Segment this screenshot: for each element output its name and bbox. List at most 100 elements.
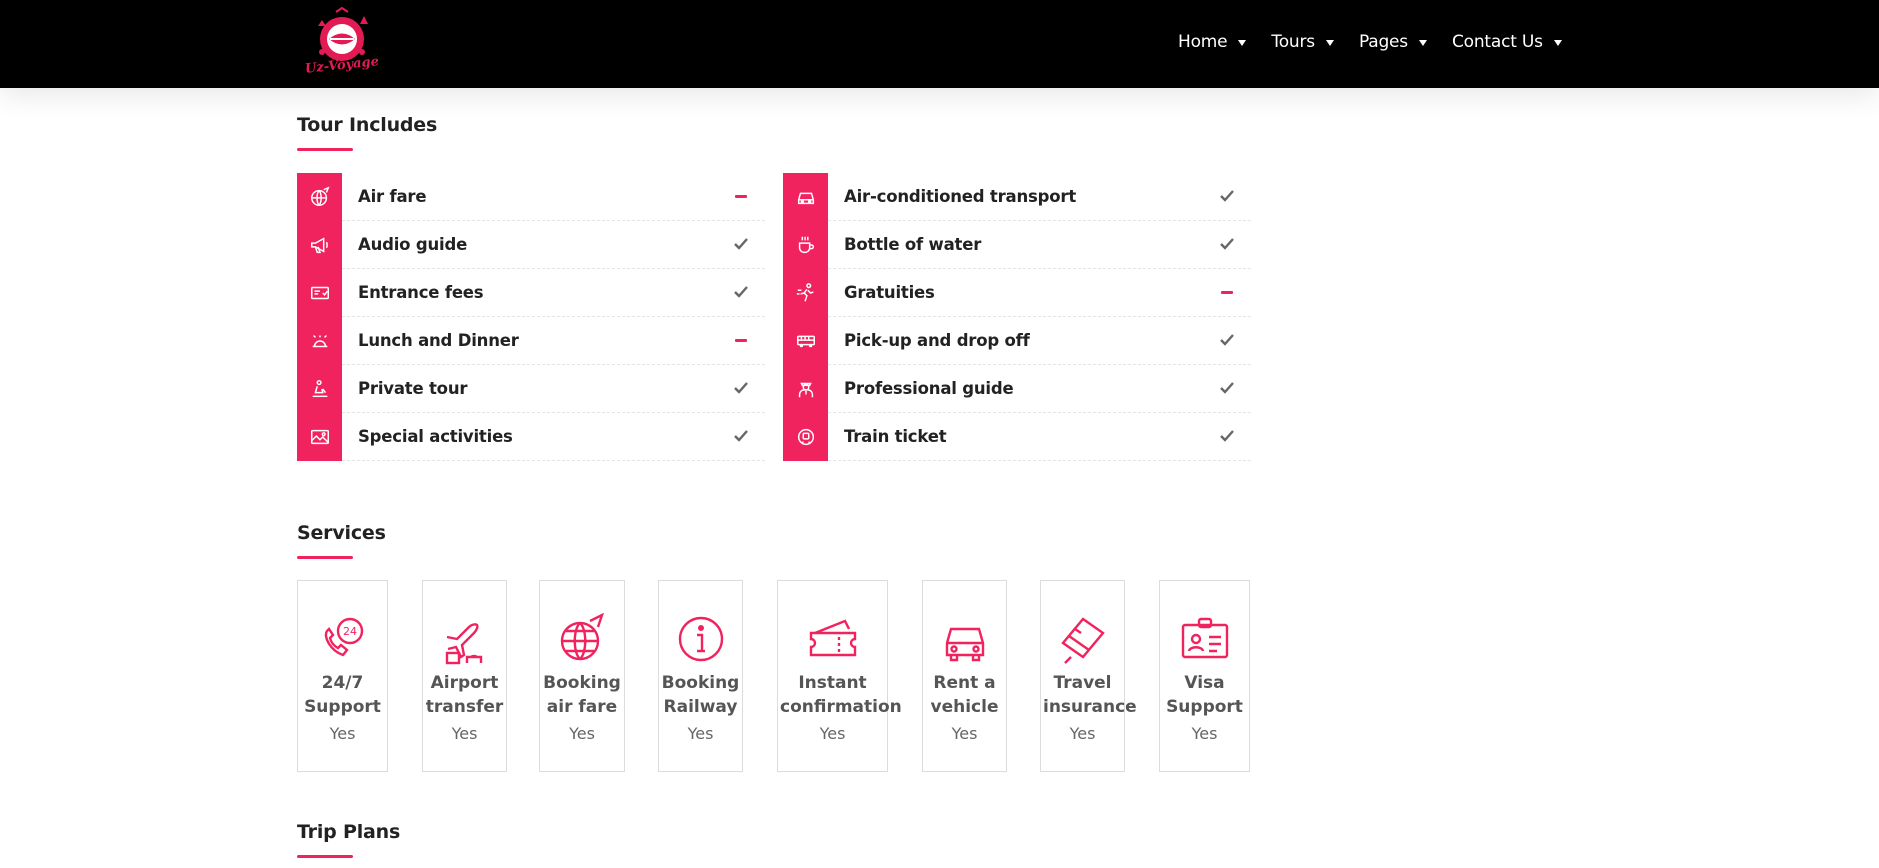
caret-down-icon	[1418, 39, 1427, 46]
id-card-icon	[1181, 617, 1228, 659]
nav-home[interactable]: Home	[1178, 30, 1247, 54]
include-item: Air fare	[297, 173, 765, 221]
service-name: Airport transfer	[425, 673, 504, 717]
service-name: 24/7 Support	[304, 673, 381, 717]
picture-icon	[297, 413, 342, 461]
title-underline	[297, 556, 353, 559]
service-name: Visa Support	[1166, 673, 1243, 717]
check-icon	[733, 236, 749, 252]
title-underline	[297, 148, 353, 151]
include-item: Gratuities	[783, 269, 1251, 317]
guide-person-icon	[783, 365, 828, 413]
nav-contact-us[interactable]: Contact Us	[1452, 30, 1562, 54]
support-24-icon: 24	[324, 617, 363, 657]
nav-label: Pages	[1358, 32, 1408, 52]
service-name: Travel insurance	[1043, 673, 1137, 717]
include-label: Audio guide	[358, 235, 468, 254]
section-title-text: Trip Plans	[297, 821, 401, 843]
include-label: Special activities	[358, 427, 513, 446]
nav-label: Home	[1178, 32, 1228, 52]
include-item: Bottle of water	[783, 221, 1251, 269]
check-icon	[1219, 236, 1235, 252]
minus-icon	[733, 188, 749, 204]
minus-icon	[733, 332, 749, 348]
trip-plans-title: Trip Plans	[297, 821, 401, 858]
include-item: Entrance fees	[297, 269, 765, 317]
tour-includes-title: Tour Includes	[297, 114, 438, 151]
running-icon	[783, 269, 828, 317]
include-item: Air-conditioned transport	[783, 173, 1251, 221]
caret-down-icon	[1553, 39, 1562, 46]
dashed-divider	[342, 460, 765, 461]
nav-label: Tours	[1271, 32, 1315, 52]
megaphone-icon	[297, 221, 342, 269]
credit-card-icon	[1060, 617, 1105, 664]
include-label: Train ticket	[844, 427, 947, 446]
main-nav: Home Tours Pages Contact Us	[1178, 30, 1587, 54]
check-icon	[1219, 428, 1235, 444]
service-card-visa-support[interactable]: Visa Support Yes	[1159, 580, 1250, 772]
service-card-instant-confirmation[interactable]: Instant confirmation Yes	[777, 580, 902, 772]
include-item: Train ticket	[783, 413, 1251, 461]
include-item: Private tour	[297, 365, 765, 413]
service-card-booking-railway[interactable]: Booking Railway Yes	[658, 580, 743, 772]
include-item: Professional guide	[783, 365, 1251, 413]
include-label: Air fare	[358, 187, 427, 206]
service-card-booking-air-fare[interactable]: Booking air fare Yes	[539, 580, 625, 772]
include-label: Pick-up and drop off	[844, 331, 1030, 350]
check-icon	[1219, 188, 1235, 204]
caret-down-icon	[1325, 39, 1334, 46]
nav-label: Contact Us	[1451, 32, 1543, 52]
service-name: Booking air fare	[543, 673, 621, 717]
services-title: Services	[297, 522, 386, 559]
service-card-travel-insurance[interactable]: Travel insurance Yes	[1040, 580, 1137, 772]
service-card-airport-transfer[interactable]: Airport transfer Yes	[422, 580, 507, 772]
cup-icon	[783, 221, 828, 269]
include-item: Pick-up and drop off	[783, 317, 1251, 365]
include-label: Air-conditioned transport	[844, 187, 1077, 206]
food-cloche-icon	[297, 317, 342, 365]
caret-down-icon	[1238, 39, 1247, 46]
title-underline	[297, 855, 353, 858]
include-label: Lunch and Dinner	[358, 331, 519, 350]
service-name: Rent a vehicle	[930, 673, 999, 717]
service-value: Yes	[819, 724, 846, 743]
nav-pages[interactable]: Pages	[1359, 30, 1427, 54]
service-value: Yes	[687, 724, 714, 743]
service-name: Instant confirmation	[780, 673, 902, 717]
service-card-rent-a-vehicle[interactable]: Rent a vehicle Yes	[922, 580, 1007, 772]
check-icon	[733, 380, 749, 396]
include-item: Audio guide	[297, 221, 765, 269]
info-icon	[678, 616, 723, 662]
include-item: Lunch and Dinner	[297, 317, 765, 365]
bus-icon	[783, 317, 828, 365]
include-label: Entrance fees	[358, 283, 484, 302]
service-value: Yes	[329, 724, 356, 743]
include-label: Gratuities	[844, 283, 935, 302]
section-title-text: Services	[297, 522, 386, 544]
service-value: Yes	[1069, 724, 1096, 743]
section-title-text: Tour Includes	[297, 114, 438, 136]
service-name: Booking Railway	[661, 673, 740, 717]
check-icon	[1219, 380, 1235, 396]
service-card-24-7-support[interactable]: 24 24/7 Support Yes	[297, 580, 388, 772]
ticket-icon	[809, 619, 856, 657]
service-value: Yes	[951, 724, 978, 743]
site-header: Uz-Voyage Home Tours Pages Contact Us	[0, 0, 1879, 88]
globe-plane-icon	[297, 173, 342, 221]
check-icon	[1219, 332, 1235, 348]
service-value: Yes	[451, 724, 478, 743]
include-label: Bottle of water	[844, 235, 982, 254]
train-ticket-icon	[783, 413, 828, 461]
svg-text:24: 24	[343, 625, 357, 638]
includes-list-right: Air-conditioned transport Bottle of wate…	[783, 173, 1251, 461]
globe-plane-icon	[560, 613, 604, 661]
car-icon	[783, 173, 828, 221]
service-value: Yes	[1191, 724, 1218, 743]
nav-tours[interactable]: Tours	[1271, 30, 1334, 54]
include-label: Private tour	[358, 379, 468, 398]
check-icon	[733, 428, 749, 444]
ticket-icon	[297, 269, 342, 317]
site-logo[interactable]: Uz-Voyage	[300, 6, 384, 82]
private-tour-icon	[297, 365, 342, 413]
